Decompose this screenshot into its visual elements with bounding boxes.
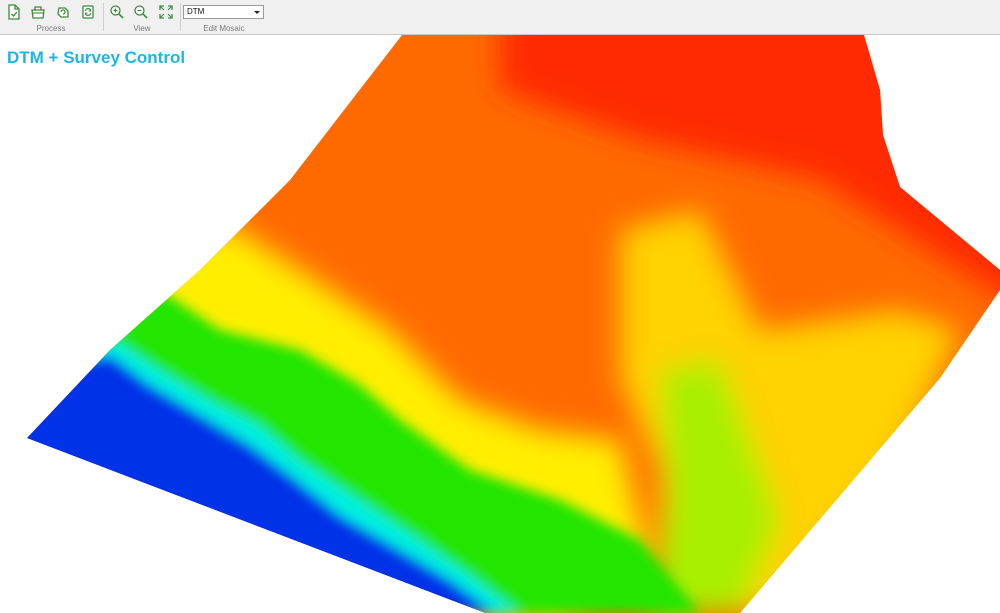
fit-extent-icon[interactable] (156, 3, 176, 21)
process-caption: Process (36, 24, 66, 33)
map-title: DTM + Survey Control (7, 48, 186, 67)
process-group: Process (0, 0, 102, 34)
mosaic-layer-select[interactable]: DTM (183, 5, 264, 19)
dtm-surface (27, 35, 1000, 613)
view-caption: View (133, 24, 151, 33)
map-view[interactable]: DTM + Survey Control (0, 35, 1000, 613)
new-document-icon[interactable] (4, 3, 24, 21)
reload-icon[interactable] (53, 3, 73, 21)
mosaic-layer-value: DTM (187, 7, 205, 16)
zoom-out-icon[interactable] (131, 3, 151, 21)
toolbar: Process View Edit Mosaic DTM (0, 0, 1000, 35)
edit-mosaic-caption: Edit Mosaic (203, 24, 245, 33)
refresh-icon[interactable] (78, 3, 98, 21)
zoom-in-icon[interactable] (107, 3, 127, 21)
open-project-icon[interactable] (28, 3, 48, 21)
view-group: View (104, 0, 180, 34)
chevron-down-icon[interactable] (254, 11, 260, 14)
